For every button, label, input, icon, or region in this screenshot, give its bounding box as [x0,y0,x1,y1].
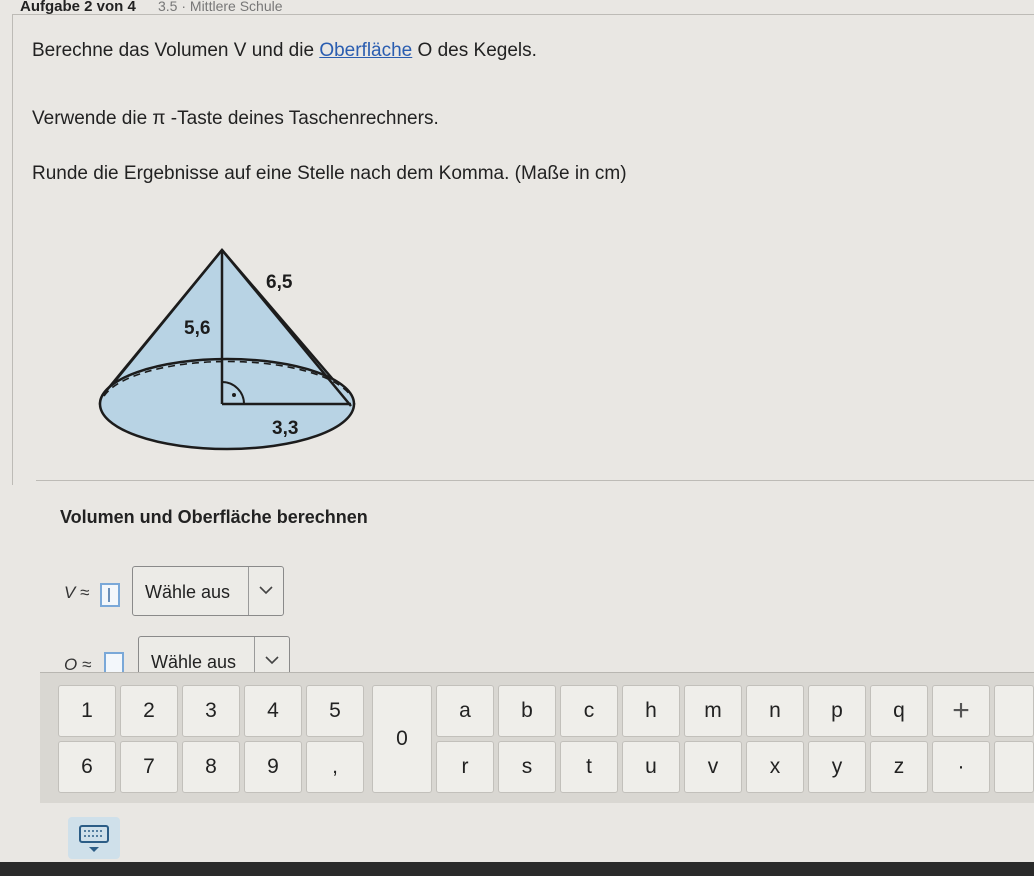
key-1[interactable]: 1 [58,685,116,737]
key-p[interactable]: p [808,685,866,737]
key-dot[interactable]: · [932,741,990,793]
volume-unit-select-text: Wähle aus [145,582,231,602]
task-text: O des Kegels. [412,40,537,61]
volume-label: V ≈ [64,583,90,602]
key-partial-r1[interactable] [994,685,1034,737]
key-c[interactable]: c [560,685,618,737]
key-t[interactable]: t [560,741,618,793]
key-b[interactable]: b [498,685,556,737]
keyboard-toggle-button[interactable] [68,817,120,859]
key-n[interactable]: n [746,685,804,737]
key-3[interactable]: 3 [182,685,240,737]
key-partial-r2[interactable] [994,741,1034,793]
chevron-down-icon [265,656,279,665]
breadcrumb: 3.5 · Mittlere Schule [158,0,283,14]
key-h[interactable]: h [622,685,680,737]
bottom-bar [0,862,1034,876]
key-v[interactable]: v [684,741,742,793]
key-u[interactable]: u [622,741,680,793]
volume-unit-select[interactable]: Wähle aus [132,566,284,616]
radius-label: 3,3 [272,418,298,439]
chevron-down-icon [259,586,273,595]
key-r[interactable]: r [436,741,494,793]
key-x[interactable]: x [746,741,804,793]
key-5[interactable]: 5 [306,685,364,737]
task-line-1: Berechne das Volumen V und die Oberfläch… [32,40,537,62]
key-7[interactable]: 7 [120,741,178,793]
key-4[interactable]: 4 [244,685,302,737]
task-counter: Aufgabe 2 von 4 [20,0,136,15]
task-line-2: Verwende die π -Taste deines Taschenrech… [32,108,439,129]
key-8[interactable]: 8 [182,741,240,793]
glossary-link-oberflaeche[interactable]: Oberfläche [319,40,412,61]
volume-input[interactable] [100,583,120,607]
key-a[interactable]: a [436,685,494,737]
volume-unit-dropdown[interactable] [248,567,283,615]
slant-height-label: 6,5 [266,272,293,293]
key-9[interactable]: 9 [244,741,302,793]
keyboard-icon [79,825,109,852]
key-m[interactable]: m [684,685,742,737]
height-label: 5,6 [184,318,210,339]
cone-figure: 6,5 5,6 3,3 [98,248,356,451]
surface-unit-select-text: Wähle aus [151,652,237,672]
section-divider [36,480,1034,481]
key-y[interactable]: y [808,741,866,793]
key-0[interactable]: 0 [372,685,432,793]
task-text: Berechne das Volumen V und die [32,40,320,61]
key-z[interactable]: z [870,741,928,793]
key-6[interactable]: 6 [58,741,116,793]
onscreen-keyboard: 1 2 3 4 5 6 7 8 9 , 0 a b c h m n p q + … [40,672,1034,803]
key-2[interactable]: 2 [120,685,178,737]
key-s[interactable]: s [498,741,556,793]
right-angle-dot [232,393,236,397]
key-q[interactable]: q [870,685,928,737]
task-line-3: Runde die Ergebnisse auf eine Stelle nac… [32,163,627,184]
key-comma[interactable]: , [306,741,364,793]
section-title: Volumen und Oberfläche berechnen [60,507,368,527]
key-plus[interactable]: + [932,685,990,737]
